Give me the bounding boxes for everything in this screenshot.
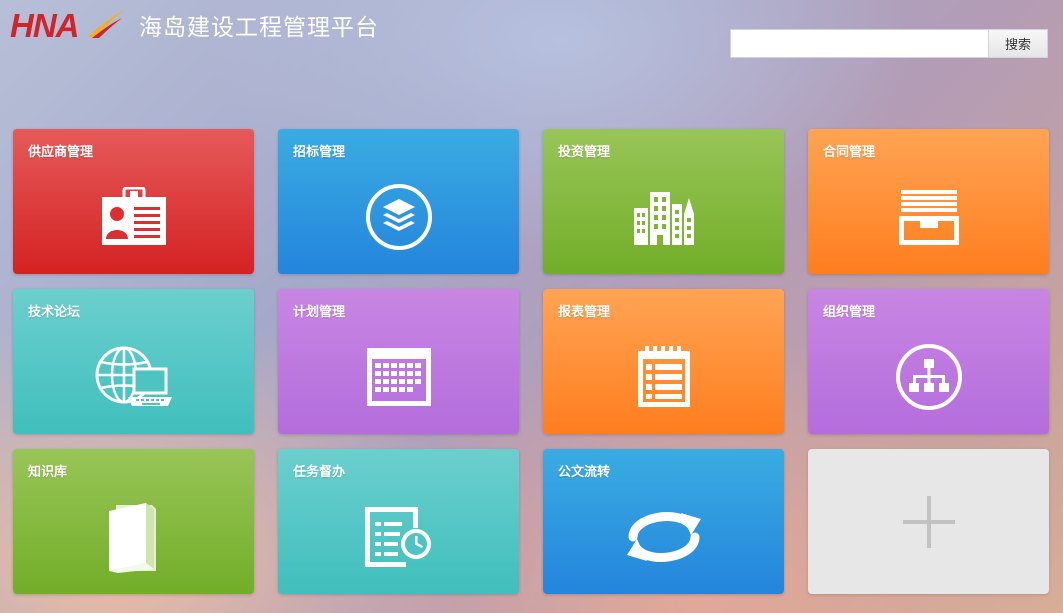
tile-label: 报表管理: [558, 305, 611, 320]
tile-investment-management[interactable]: 投资管理: [543, 129, 784, 274]
report-list-icon: [636, 345, 692, 409]
id-card-icon: [100, 187, 168, 247]
plus-icon: [902, 495, 956, 549]
tile-knowledge-base[interactable]: 知识库: [13, 449, 254, 594]
tile-plan-management[interactable]: 计划管理: [278, 289, 519, 434]
tile-label: 组织管理: [823, 305, 876, 320]
add-tile[interactable]: [808, 449, 1049, 594]
calendar-icon: [366, 347, 432, 407]
tile-label: 投资管理: [558, 145, 611, 160]
org-chart-icon: [895, 343, 963, 411]
file-drawer-icon: [898, 188, 960, 246]
tile-task-supervision[interactable]: 任务督办: [278, 449, 519, 594]
tile-supplier-management[interactable]: 供应商管理: [13, 129, 254, 274]
app-title: 海岛建设工程管理平台: [139, 15, 379, 41]
layers-icon: [365, 183, 433, 251]
globe-laptop-icon: [94, 345, 174, 409]
tile-organization-management[interactable]: 组织管理: [808, 289, 1049, 434]
tile-label: 招标管理: [293, 145, 346, 160]
tile-label: 合同管理: [823, 145, 876, 160]
search-input[interactable]: [730, 29, 988, 58]
tile-label: 知识库: [28, 465, 68, 480]
tile-report-management[interactable]: 报表管理: [543, 289, 784, 434]
refresh-cycle-icon: [625, 507, 703, 567]
tile-contract-management[interactable]: 合同管理: [808, 129, 1049, 274]
task-clock-icon: [364, 506, 434, 568]
book-icon: [106, 501, 162, 573]
tile-tech-forum[interactable]: 技术论坛: [13, 289, 254, 434]
tile-label: 技术论坛: [28, 305, 81, 320]
tile-document-circulation[interactable]: 公文流转: [543, 449, 784, 594]
tile-label: 供应商管理: [28, 145, 94, 160]
buildings-icon: [632, 188, 696, 246]
search-button[interactable]: 搜索: [988, 29, 1048, 58]
svg-text:HNA: HNA: [10, 7, 79, 44]
header: HNA 海岛建设工程管理平台 搜索: [0, 0, 1063, 70]
hna-logo[interactable]: HNA: [8, 6, 126, 44]
tile-bidding-management[interactable]: 招标管理: [278, 129, 519, 274]
tile-label: 计划管理: [293, 305, 346, 320]
search-box: 搜索: [730, 29, 1048, 58]
tile-label: 任务督办: [293, 465, 346, 480]
tile-label: 公文流转: [558, 465, 611, 480]
